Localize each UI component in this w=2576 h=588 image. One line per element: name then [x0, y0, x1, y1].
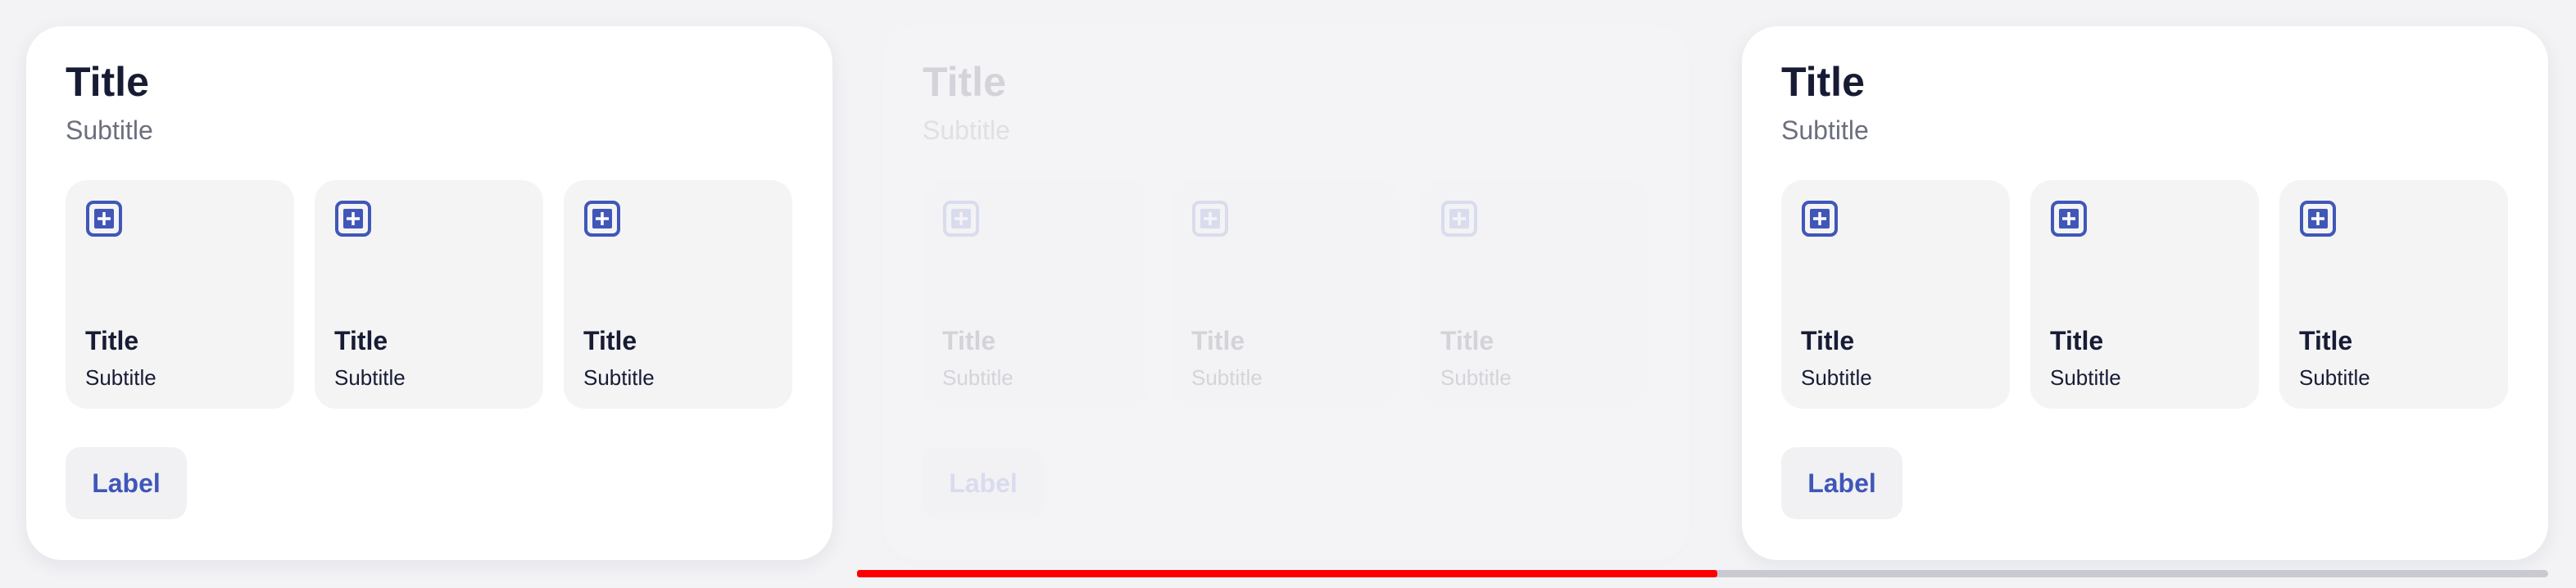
tile-subtitle: Subtitle	[2050, 365, 2121, 390]
plus-square-icon	[1192, 201, 1228, 237]
plus-square-icon	[86, 201, 122, 237]
plus-square-icon	[335, 201, 371, 237]
label-button[interactable]: Label	[923, 447, 1044, 519]
plus-square-icon	[943, 201, 979, 237]
plus-square-icon	[2051, 201, 2087, 237]
carousel: Title Subtitle Title Subtitle Title Subt…	[0, 0, 2576, 588]
tile-subtitle: Subtitle	[942, 365, 1014, 390]
tile-title: Title	[2299, 326, 2353, 355]
tile-subtitle: Subtitle	[1801, 365, 1872, 390]
label-button[interactable]: Label	[66, 447, 187, 519]
tile-subtitle: Subtitle	[85, 365, 156, 390]
tile-group: Title Subtitle Title Subtitle Title Subt…	[923, 180, 1649, 409]
card-title: Title	[1781, 59, 1865, 105]
tile-card[interactable]: Title Subtitle	[2030, 180, 2259, 409]
tile-card[interactable]: Title Subtitle	[2279, 180, 2508, 409]
tile-title: Title	[1191, 326, 1245, 355]
card-subtitle: Subtitle	[1781, 115, 1869, 145]
tile-subtitle: Subtitle	[583, 365, 655, 390]
tile-title: Title	[2050, 326, 2104, 355]
card-3: Title Subtitle Title Subtitle Title Subt…	[1742, 26, 2548, 560]
tile-card[interactable]: Title Subtitle	[315, 180, 543, 409]
plus-square-icon	[584, 201, 620, 237]
plus-square-icon	[1441, 201, 1477, 237]
tile-title: Title	[334, 326, 388, 355]
card-2: Title Subtitle Title Subtitle Title Subt…	[883, 26, 1689, 560]
card-subtitle: Subtitle	[923, 115, 1010, 145]
tile-card[interactable]: Title Subtitle	[66, 180, 294, 409]
tile-group: Title Subtitle Title Subtitle Title Subt…	[66, 180, 792, 409]
label-button[interactable]: Label	[1781, 447, 1903, 519]
tile-subtitle: Subtitle	[334, 365, 406, 390]
plus-square-icon	[1802, 201, 1838, 237]
tile-title: Title	[583, 326, 637, 355]
tile-title: Title	[1440, 326, 1494, 355]
tile-card[interactable]: Title Subtitle	[1781, 180, 2010, 409]
card-title: Title	[923, 59, 1006, 105]
tile-card[interactable]: Title Subtitle	[564, 180, 792, 409]
tile-title: Title	[942, 326, 996, 355]
tile-subtitle: Subtitle	[1191, 365, 1263, 390]
tile-card[interactable]: Title Subtitle	[1421, 180, 1649, 409]
tile-subtitle: Subtitle	[1440, 365, 1512, 390]
card-subtitle: Subtitle	[66, 115, 153, 145]
tile-title: Title	[1801, 326, 1855, 355]
tile-subtitle: Subtitle	[2299, 365, 2370, 390]
tile-group: Title Subtitle Title Subtitle Title Subt…	[1781, 180, 2508, 409]
plus-square-icon	[2300, 201, 2336, 237]
scroll-indicator[interactable]	[857, 570, 1717, 577]
tile-card[interactable]: Title Subtitle	[1172, 180, 1400, 409]
card-1: Title Subtitle Title Subtitle Title Subt…	[26, 26, 832, 560]
tile-card[interactable]: Title Subtitle	[923, 180, 1151, 409]
tile-title: Title	[85, 326, 139, 355]
card-title: Title	[66, 59, 149, 105]
